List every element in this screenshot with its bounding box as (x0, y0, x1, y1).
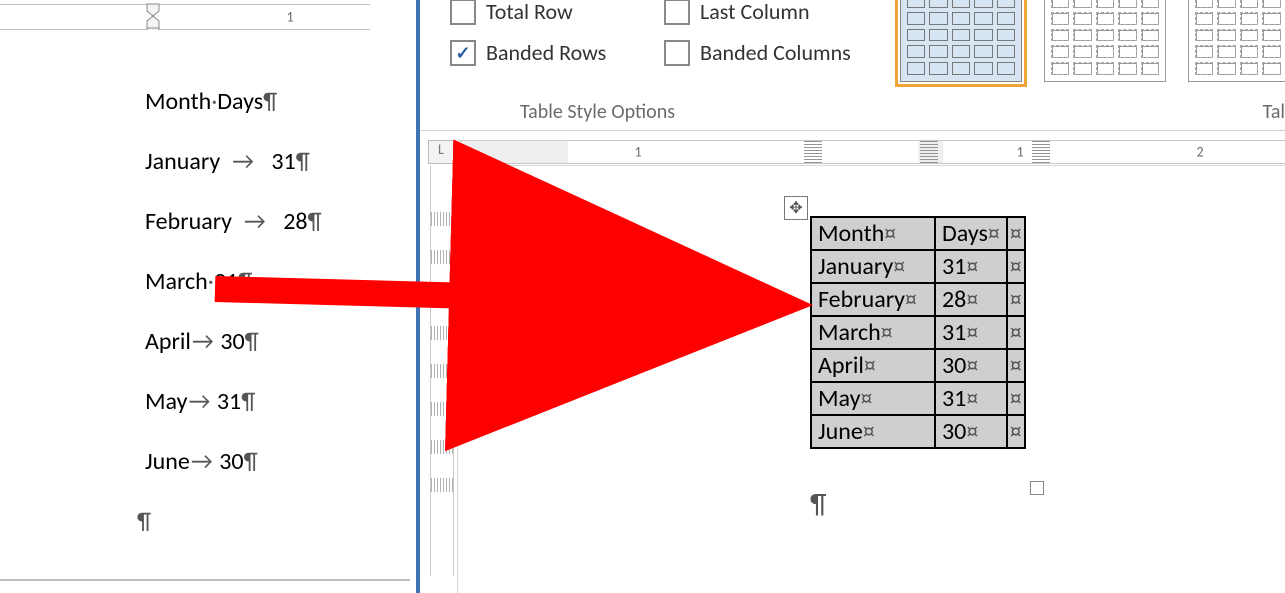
document-page[interactable]: ✥ Month¤Days¤¤January¤31¤¤February¤28¤¤M… (458, 166, 1285, 593)
table-cell[interactable]: 31¤ (935, 382, 1007, 415)
row-end-cell[interactable]: ¤ (1007, 217, 1025, 250)
left-document-fragment: 1 Month·Days¶ January → 31¶ February → 28¶… (0, 0, 415, 593)
ribbon-bottom-border (420, 130, 1285, 131)
horizontal-ruler-right[interactable]: 1 1 2 (458, 140, 1285, 164)
table-row[interactable]: March¤31¤¤ (811, 316, 1025, 349)
table-cell[interactable]: January¤ (811, 250, 935, 283)
column-boundary-icon[interactable] (804, 141, 822, 163)
tab-selector-icon[interactable]: L (428, 140, 454, 164)
text-line[interactable]: May→ 31¶ (145, 390, 322, 414)
option-total-row[interactable]: Total Row (450, 0, 660, 25)
checkbox-icon[interactable] (664, 40, 690, 66)
table-cell[interactable]: Days¤ (935, 217, 1007, 250)
table-styles-gallery[interactable] (900, 0, 1285, 82)
option-label: Banded Columns (700, 39, 851, 66)
text-line[interactable]: Month·Days¶ (145, 90, 322, 114)
vertical-ruler[interactable] (430, 166, 454, 576)
column-boundary-icon[interactable] (1032, 141, 1050, 163)
paragraph-mark-icon: ¶ (145, 510, 322, 534)
table-cell[interactable]: April¤ (811, 349, 935, 382)
checkbox-icon[interactable] (450, 40, 476, 66)
ribbon-group-label-cut: Tal (1263, 100, 1285, 124)
table-style-thumbnail-selected[interactable] (900, 0, 1022, 82)
horizontal-ruler-left[interactable]: 1 (0, 4, 370, 30)
table-cell[interactable]: 31¤ (935, 316, 1007, 349)
row-boundary-icon[interactable] (431, 212, 453, 226)
table-cell[interactable]: 30¤ (935, 415, 1007, 448)
option-label: Total Row (486, 0, 573, 25)
table-cell[interactable]: February¤ (811, 283, 935, 316)
text-line[interactable]: April→ 30¶ (145, 330, 322, 354)
checkbox-icon[interactable] (664, 0, 690, 25)
table-row[interactable]: January¤31¤¤ (811, 250, 1025, 283)
table-cell[interactable]: March¤ (811, 316, 935, 349)
row-boundary-icon[interactable] (431, 250, 453, 264)
table-cell[interactable]: 30¤ (935, 349, 1007, 382)
row-end-cell[interactable]: ¤ (1007, 250, 1025, 283)
row-boundary-icon[interactable] (431, 402, 453, 416)
option-banded-rows[interactable]: Banded Rows (450, 39, 660, 66)
checkbox-icon[interactable] (450, 0, 476, 25)
table-cell[interactable]: 28¤ (935, 283, 1007, 316)
table-resize-handle-icon[interactable] (1030, 481, 1044, 495)
row-end-cell[interactable]: ¤ (1007, 382, 1025, 415)
table-move-handle-icon[interactable]: ✥ (784, 196, 808, 220)
table-cell[interactable]: May¤ (811, 382, 935, 415)
option-label: Banded Rows (486, 39, 606, 66)
text-line[interactable]: February → 28¶ (145, 210, 322, 234)
table-row[interactable]: Month¤Days¤¤ (811, 217, 1025, 250)
row-end-cell[interactable]: ¤ (1007, 283, 1025, 316)
table-style-thumbnail[interactable] (1188, 0, 1285, 82)
table-row[interactable]: April¤30¤¤ (811, 349, 1025, 382)
table-cell[interactable]: Month¤ (811, 217, 935, 250)
row-boundary-icon[interactable] (431, 440, 453, 454)
option-banded-columns[interactable]: Banded Columns (664, 39, 851, 66)
table-row[interactable]: May¤31¤¤ (811, 382, 1025, 415)
table-style-thumbnail[interactable] (1044, 0, 1166, 82)
row-boundary-icon[interactable] (431, 288, 453, 302)
row-end-cell[interactable]: ¤ (1007, 349, 1025, 382)
row-boundary-icon[interactable] (431, 364, 453, 378)
indent-marker-icon[interactable] (146, 2, 160, 30)
table-row[interactable]: February¤28¤¤ (811, 283, 1025, 316)
left-text-body[interactable]: Month·Days¶ January → 31¶ February → 28¶ Ma… (145, 90, 322, 570)
ruler-number: 1 (1016, 144, 1023, 161)
row-boundary-icon[interactable] (431, 326, 453, 340)
table-cell[interactable]: June¤ (811, 415, 935, 448)
text-line[interactable]: March·31¶ (145, 270, 322, 294)
table-cell[interactable]: 31¤ (935, 250, 1007, 283)
row-end-cell[interactable]: ¤ (1007, 415, 1025, 448)
paragraph-mark-icon: ¶ (810, 486, 826, 521)
table-style-options-group: Total Row Last Column Banded Rows Banded… (450, 0, 851, 66)
ruler-number: 1 (634, 144, 641, 161)
row-boundary-icon[interactable] (431, 478, 453, 492)
column-boundary-icon[interactable] (920, 141, 938, 163)
ruler-number: 2 (1196, 144, 1203, 161)
option-label: Last Column (700, 0, 810, 25)
ribbon-table-design: Total Row Last Column Banded Rows Banded… (420, 0, 1285, 130)
table-row[interactable]: June¤30¤¤ (811, 415, 1025, 448)
text-line[interactable]: June→ 30¶ (145, 450, 322, 474)
row-end-cell[interactable]: ¤ (1007, 316, 1025, 349)
option-last-column[interactable]: Last Column (664, 0, 851, 25)
ribbon-group-label: Table Style Options (520, 100, 675, 124)
word-window-fragment: Total Row Last Column Banded Rows Banded… (420, 0, 1285, 593)
left-bottom-divider (0, 579, 410, 581)
document-table[interactable]: Month¤Days¤¤January¤31¤¤February¤28¤¤Mar… (810, 216, 1026, 449)
text-line[interactable]: January → 31¶ (145, 150, 322, 174)
ruler-number: 1 (286, 9, 293, 26)
